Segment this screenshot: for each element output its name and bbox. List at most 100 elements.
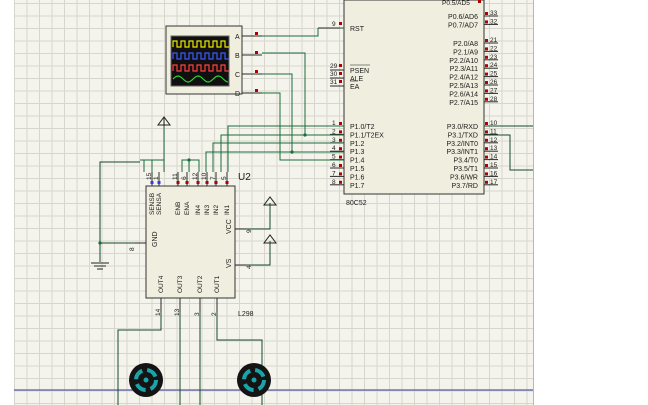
mcu-p1-label: P1.3 <box>350 149 365 156</box>
mcu-psen-num: 29 <box>330 63 338 70</box>
driver-bottom-num: 3 <box>194 312 201 316</box>
mcu-p3_pins-label: P3.3/INT1 <box>446 149 478 156</box>
mcu-p1-num: 6 <box>332 162 336 169</box>
scope-trace <box>172 40 229 48</box>
driver-part: L298 <box>238 311 254 318</box>
driver-vs-num: 4 <box>246 265 253 269</box>
scope-trace <box>172 52 229 60</box>
mcu-p2_pins-label: P2.5/A13 <box>449 83 478 90</box>
mcu-p1-num: 8 <box>332 179 336 186</box>
mcu-p2_pins-label: P2.3/A11 <box>450 66 478 73</box>
mcu-p1-label: P1.0/T2 <box>350 124 375 131</box>
mcu-p2_pins-label: P2.2/A10 <box>449 58 478 65</box>
driver-top-num: 15 <box>146 172 153 180</box>
mcu-p1-label: P1.6 <box>350 174 365 181</box>
driver-vcc-label: VCC <box>226 219 233 234</box>
mcu-p3_pins-label: P3.7/RD <box>452 183 478 190</box>
mcu-p1-label: P1.2 <box>350 141 365 148</box>
mcu-p0_pins-label: P0.7/AD7 <box>448 22 478 29</box>
driver-top-num: 10 <box>201 172 208 180</box>
driver-top-label: IN2 <box>213 205 220 216</box>
driver-ref: U2 <box>238 172 251 183</box>
mcu-p2_pins-label: P2.1/A9 <box>453 49 478 56</box>
mcu-p2_pins-label: P2.0/A8 <box>453 41 478 48</box>
driver-vs-label: VS <box>226 258 233 268</box>
mcu-ea-label: EA <box>350 84 360 91</box>
scope-trace <box>172 64 229 72</box>
driver-top-label: SENSA <box>156 192 163 215</box>
driver-top-label: SENSB <box>149 193 156 215</box>
mcu-p3_pins-label: P3.4/T0 <box>453 158 478 165</box>
mcu-p1-label: P1.5 <box>350 166 365 173</box>
driver-bottom-num: 14 <box>155 308 162 316</box>
mcu-p3_pins-num: 15 <box>490 162 498 169</box>
driver-top-label: IN1 <box>224 205 231 216</box>
mcu-p3_pins-label: P3.1/TXD <box>448 132 478 139</box>
oscilloscope[interactable]: A B C D <box>165 25 262 98</box>
power-terminal-top[interactable] <box>157 116 171 126</box>
mcu-p2_pins-num: 21 <box>490 37 498 44</box>
mcu-p3_pins-label: P3.2/INT0 <box>446 141 478 148</box>
mcu-rst-label: RST <box>350 26 365 33</box>
mcu-p3_pins-num: 13 <box>490 145 498 152</box>
mcu-p1-num: 2 <box>332 128 336 135</box>
mcu-p1-label: P1.4 <box>350 158 365 165</box>
mcu-p2_pins-num: 26 <box>490 79 498 86</box>
driver-top-num: 1 <box>153 176 160 180</box>
mcu-p3_pins-num: 14 <box>490 154 498 161</box>
driver-top-label: ENA <box>184 201 191 215</box>
mcu-part-name: 80C52 <box>346 200 367 207</box>
scope-channel-label: D <box>235 91 240 98</box>
scope-channel-label: A <box>235 34 240 41</box>
mcu-p2-port: P2.0/A8 21 P2.1/A9 22 P2.2/A10 23 P2.3/A11 24 P2… <box>449 37 498 107</box>
mcu-p2_pins-num: 24 <box>490 62 498 69</box>
driver-bottom-label: OUT1 <box>214 275 221 293</box>
driver-top-num: 12 <box>192 172 199 180</box>
mcu-80c52[interactable]: RST 9 PSEN ALE EA 29 30 31 P1.0/T21P1.1/… <box>318 0 498 207</box>
mcu-p0_pins-label: P0.6/AD6 <box>448 14 478 21</box>
mcu-ea-num: 31 <box>330 79 338 86</box>
mcu-p2_pins-label: P2.7/A15 <box>449 100 478 107</box>
mcu-p2_pins-label: P2.6/A14 <box>449 91 478 98</box>
mcu-p2_pins-num: 22 <box>490 45 498 52</box>
driver-bottom-label: OUT2 <box>197 275 204 293</box>
driver-top-label: IN3 <box>204 205 211 216</box>
mcu-p1-num: 7 <box>332 170 336 177</box>
mcu-p2_pins-num: 27 <box>490 87 498 94</box>
scope-screen <box>170 35 230 87</box>
driver-top-num: 5 <box>221 176 228 180</box>
scope-channel-label: B <box>235 53 240 60</box>
mcu-p3-port: P3.0/RXD10P3.1/TXD11P3.2/INT012P3.3/INT1… <box>446 120 498 190</box>
mcu-p2_pins-num: 23 <box>490 54 498 61</box>
driver-top-num: 11 <box>172 173 179 180</box>
mcu-p1-num: 4 <box>332 145 336 152</box>
driver-bottom-num: 13 <box>174 308 181 316</box>
motor-right[interactable] <box>237 363 271 397</box>
mcu-p3_pins-label: P3.5/T1 <box>453 166 478 173</box>
mcu-p1-label: P1.1/T2EX <box>350 132 384 139</box>
mcu-p3_pins-num: 11 <box>490 128 497 135</box>
ground-symbol[interactable] <box>91 262 109 270</box>
mcu-p3_pins-num: 17 <box>490 179 498 186</box>
mcu-p2_pins-num: 28 <box>490 96 498 103</box>
driver-bottom-label: OUT3 <box>177 275 184 293</box>
mcu-p3_pins-label: P3.0/RXD <box>447 124 478 131</box>
mcu-p2_pins-num: 25 <box>490 71 498 78</box>
driver-bottom-num: 2 <box>211 312 218 316</box>
mcu-p3_pins-label: P3.6/WR <box>450 174 478 181</box>
motor-left[interactable] <box>129 363 163 397</box>
mcu-rst-num: 9 <box>332 21 336 28</box>
schematic-canvas[interactable]: RST 9 PSEN ALE EA 29 30 31 P1.0/T21P1.1/… <box>0 0 648 405</box>
mcu-p1-label: P1.7 <box>350 183 365 190</box>
driver-top-num: 7 <box>210 176 217 180</box>
mcu-p0_pins-num: 33 <box>490 10 498 17</box>
driver-top-num: 6 <box>181 176 188 180</box>
driver-gnd-num: 8 <box>129 247 136 251</box>
driver-top-label: ENB <box>175 202 182 215</box>
scope-channel-label: C <box>235 72 240 79</box>
mcu-p3_pins-num: 16 <box>490 170 498 177</box>
driver-top-label: IN4 <box>195 205 202 216</box>
mcu-ale-num: 30 <box>330 71 338 78</box>
mcu-p0_pins-num: 32 <box>490 18 498 25</box>
driver-l298[interactable]: U2 L298 SENSB 15 SENSA 1 ENB 11 ENA 6 IN4 12 IN3 10… <box>129 172 254 318</box>
